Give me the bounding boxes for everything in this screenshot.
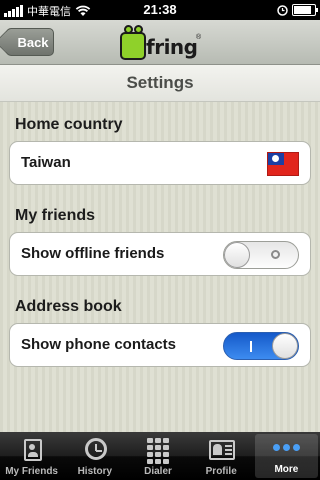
tab-label: History (77, 466, 113, 477)
contacts-icon (17, 436, 47, 464)
status-time: 21:38 (143, 2, 177, 17)
battery-icon (292, 4, 318, 16)
tab-more[interactable]: More (254, 434, 319, 478)
section-title-home-country: Home country (15, 116, 123, 133)
page-title: Settings (0, 65, 320, 102)
tab-label: Profile (205, 466, 237, 477)
toggle-knob (272, 333, 298, 359)
status-bar: 中華電信 21:38 (0, 0, 320, 20)
show-offline-friends-label: Show offline friends (21, 245, 165, 262)
tab-bar: My Friends History Dialer Profile More (0, 432, 320, 480)
tab-history[interactable]: History (63, 432, 126, 480)
back-button-label: Back (17, 34, 49, 50)
logo-mascot-icon (120, 25, 146, 60)
registered-mark: ® (196, 34, 202, 41)
more-dots-icon (271, 434, 301, 462)
section-title-my-friends: My friends (15, 207, 96, 224)
settings-content: Home country Taiwan My friends Show offl… (0, 102, 320, 432)
navigation-bar: Back fring ® (0, 20, 320, 65)
tab-profile[interactable]: Profile (190, 432, 253, 480)
taiwan-flag-icon (267, 152, 299, 176)
fring-logo: fring ® (118, 22, 208, 62)
toggle-knob (224, 242, 250, 268)
tab-my-friends[interactable]: My Friends (0, 432, 63, 480)
home-country-value: Taiwan (21, 154, 71, 171)
logo-wordmark: fring (146, 35, 198, 59)
show-offline-friends-toggle[interactable] (223, 241, 299, 269)
keypad-icon (143, 436, 173, 464)
back-button[interactable]: Back (6, 28, 54, 56)
section-title-address-book: Address book (15, 298, 122, 315)
toggle-off-mark (271, 250, 280, 259)
tab-label: More (274, 464, 299, 475)
profile-card-icon (206, 436, 236, 464)
tab-label: Dialer (144, 466, 172, 477)
toggle-on-mark (250, 341, 252, 352)
show-phone-contacts-label: Show phone contacts (21, 336, 177, 353)
battery-fill (294, 6, 312, 14)
tab-dialer[interactable]: Dialer (126, 432, 189, 480)
alarm-clock-icon (277, 4, 288, 16)
show-phone-contacts-row: Show phone contacts (9, 323, 311, 367)
status-right (277, 4, 318, 16)
home-country-row[interactable]: Taiwan (9, 141, 311, 185)
show-offline-friends-row: Show offline friends (9, 232, 311, 276)
clock-icon (80, 436, 110, 464)
show-phone-contacts-toggle[interactable] (223, 332, 299, 360)
tab-label: My Friends (5, 466, 58, 477)
